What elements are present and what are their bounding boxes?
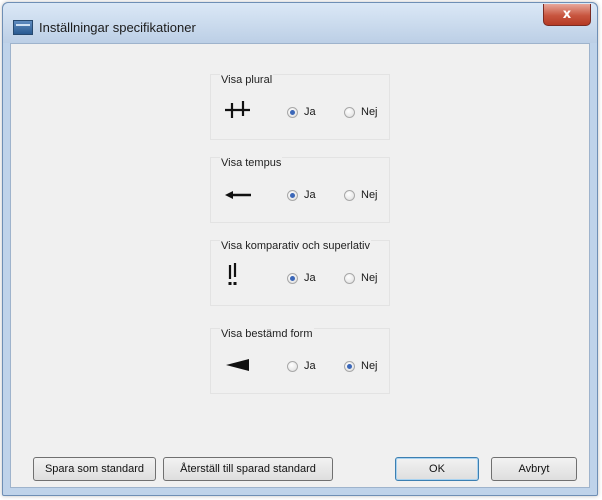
bestamd-nej-radio-dot[interactable] <box>344 360 355 372</box>
komparativ-ja-radio-dot[interactable] <box>287 272 298 284</box>
double-exclamation-icon <box>228 263 237 285</box>
group-bestamd-form: Visa bestämd form Ja Nej <box>210 328 390 394</box>
komparativ-nej-radio[interactable]: Nej <box>344 272 378 284</box>
restore-default-button[interactable]: Återställ till sparad standard <box>163 457 333 481</box>
bestamd-nej-label: Nej <box>361 360 378 372</box>
title-bar[interactable]: Inställningar specifikationer x <box>3 3 597 43</box>
cancel-button[interactable]: Avbryt <box>491 457 577 481</box>
plural-nej-radio-dot[interactable] <box>344 106 355 118</box>
group-tempus: Visa tempus Ja Nej <box>210 157 390 223</box>
bestamd-ja-label: Ja <box>304 360 316 372</box>
tempus-ja-label: Ja <box>304 189 316 201</box>
window-title: Inställningar specifikationer <box>39 20 196 35</box>
ok-label: OK <box>429 463 445 475</box>
komparativ-ja-radio[interactable]: Ja <box>287 272 316 284</box>
plural-ja-radio-dot[interactable] <box>287 106 298 118</box>
plural-ja-radio[interactable]: Ja <box>287 106 316 118</box>
tempus-nej-label: Nej <box>361 189 378 201</box>
komparativ-nej-label: Nej <box>361 272 378 284</box>
tempus-ja-radio[interactable]: Ja <box>287 189 316 201</box>
dialog-content: Visa plural Ja Nej Visa tempus Ja Nej Vi… <box>10 43 590 488</box>
group-label-bestamd-form: Visa bestämd form <box>220 328 314 340</box>
plural-ja-label: Ja <box>304 106 316 118</box>
save-as-default-button[interactable]: Spara som standard <box>33 457 156 481</box>
tempus-ja-radio-dot[interactable] <box>287 189 298 201</box>
bestamd-ja-radio[interactable]: Ja <box>287 360 316 372</box>
close-icon: x <box>562 7 572 22</box>
group-label-plural: Visa plural <box>220 74 274 86</box>
komparativ-nej-radio-dot[interactable] <box>344 272 355 284</box>
plural-nej-radio[interactable]: Nej <box>344 106 378 118</box>
ok-button[interactable]: OK <box>395 457 479 481</box>
arrow-left-icon <box>225 191 251 199</box>
group-komparativ: Visa komparativ och superlativ Ja Nej <box>210 240 390 306</box>
tempus-nej-radio-dot[interactable] <box>344 189 355 201</box>
plus-plus-icon <box>225 101 250 118</box>
wedge-left-icon <box>226 359 249 371</box>
plural-nej-label: Nej <box>361 106 378 118</box>
group-plural: Visa plural Ja Nej <box>210 74 390 140</box>
group-label-komparativ: Visa komparativ och superlativ <box>220 240 371 252</box>
komparativ-ja-label: Ja <box>304 272 316 284</box>
group-label-tempus: Visa tempus <box>220 157 283 169</box>
settings-dialog: Inställningar specifikationer x Visa plu… <box>2 2 598 496</box>
close-button[interactable]: x <box>543 4 591 26</box>
bestamd-nej-radio[interactable]: Nej <box>344 360 378 372</box>
app-icon <box>13 20 33 35</box>
cancel-label: Avbryt <box>518 463 550 475</box>
save-as-default-label: Spara som standard <box>44 463 145 475</box>
bestamd-ja-radio-dot[interactable] <box>287 360 298 372</box>
restore-default-label: Återställ till sparad standard <box>180 463 316 475</box>
tempus-nej-radio[interactable]: Nej <box>344 189 378 201</box>
